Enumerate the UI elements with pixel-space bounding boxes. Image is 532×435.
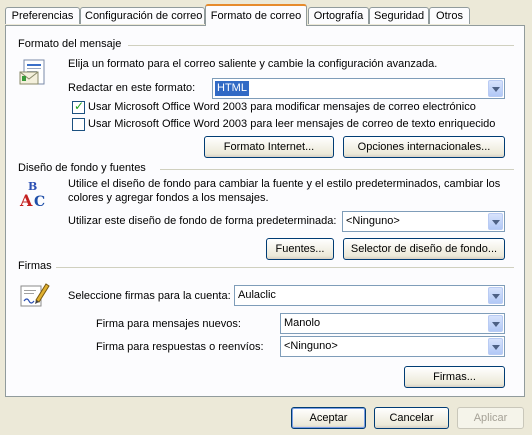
apply-button[interactable]: Aplicar [457, 407, 524, 429]
tab-seguridad[interactable]: Seguridad [369, 7, 429, 24]
signature-reply-select[interactable]: <Ninguno> [280, 336, 505, 357]
tab-otros[interactable]: Otros [429, 7, 470, 24]
email-envelope-icon [19, 59, 45, 85]
word-read-checkbox[interactable] [72, 118, 85, 131]
chevron-down-icon[interactable] [488, 80, 503, 97]
tab-label: Formato de correo [210, 10, 302, 22]
fonts-button[interactable]: Fuentes... [266, 238, 334, 260]
compose-format-select[interactable]: HTML [212, 78, 505, 99]
signatures-button[interactable]: Firmas... [404, 366, 505, 388]
abc-fonts-icon: B A C [19, 180, 45, 210]
word-edit-label: Usar Microsoft Office Word 2003 para mod… [88, 101, 476, 113]
word-read-label: Usar Microsoft Office Word 2003 para lee… [88, 118, 496, 130]
internet-format-button[interactable]: Formato Internet... [204, 136, 334, 158]
tab-bar: Preferencias Configuración de correo For… [0, 0, 532, 26]
compose-format-value: HTML [215, 81, 249, 96]
stationery-heading: Diseño de fondo y fuentes [18, 162, 146, 174]
word-edit-checkbox[interactable] [72, 99, 85, 114]
tab-label: Preferencias [11, 10, 74, 22]
cancel-button[interactable]: Cancelar [374, 407, 449, 429]
signature-reply-value: <Ninguno> [284, 340, 338, 352]
signature-new-value: Manolo [284, 317, 321, 329]
chevron-down-icon[interactable] [488, 213, 503, 230]
svg-text:A: A [19, 191, 33, 210]
chevron-down-icon[interactable] [488, 338, 503, 355]
signatures-heading: Firmas [18, 260, 52, 272]
signature-account-label: Seleccione firmas para la cuenta: [68, 290, 231, 302]
svg-text:C: C [34, 194, 45, 210]
signature-reply-label: Firma para respuestas o reenvíos: [96, 341, 264, 353]
signature-new-label: Firma para mensajes nuevos: [96, 318, 241, 330]
message-format-description: Elija un formato para el correo saliente… [68, 58, 438, 70]
tab-ortografia[interactable]: Ortografía [308, 7, 369, 24]
compose-format-label: Redactar en este formato: [68, 82, 196, 94]
accept-button[interactable]: Aceptar [291, 407, 366, 429]
tab-preferencias[interactable]: Preferencias [5, 7, 80, 24]
tab-configuracion-correo[interactable]: Configuración de correo [80, 7, 205, 24]
section-divider [56, 267, 514, 268]
section-divider [160, 169, 514, 170]
default-stationery-select[interactable]: <Ninguno> [342, 211, 505, 232]
chevron-down-icon[interactable] [488, 315, 503, 332]
tab-label: Ortografía [313, 10, 364, 22]
stationery-picker-button[interactable]: Selector de diseño de fondo... [343, 238, 505, 260]
default-stationery-value: <Ninguno> [346, 215, 400, 227]
chevron-down-icon[interactable] [488, 287, 503, 304]
signature-pen-icon [20, 283, 50, 307]
international-options-button[interactable]: Opciones internacionales... [343, 136, 505, 158]
stationery-description-line2: colores y agregar fondos a los mensajes. [68, 192, 269, 204]
message-format-heading: Formato del mensaje [18, 38, 122, 50]
stationery-description-line1: Utilice el diseño de fondo para cambiar … [68, 178, 501, 190]
tab-label: Seguridad [374, 10, 425, 22]
tab-formato-correo[interactable]: Formato de correo [205, 4, 307, 26]
signature-account-value: Aulaclic [238, 289, 276, 301]
signature-account-select[interactable]: Aulaclic [234, 285, 505, 306]
signature-new-select[interactable]: Manolo [280, 313, 505, 334]
tab-label: Configuración de correo [85, 10, 203, 22]
tab-label: Otros [436, 10, 463, 22]
default-stationery-label: Utilizar este diseño de fondo de forma p… [68, 215, 337, 227]
section-divider [128, 45, 514, 46]
